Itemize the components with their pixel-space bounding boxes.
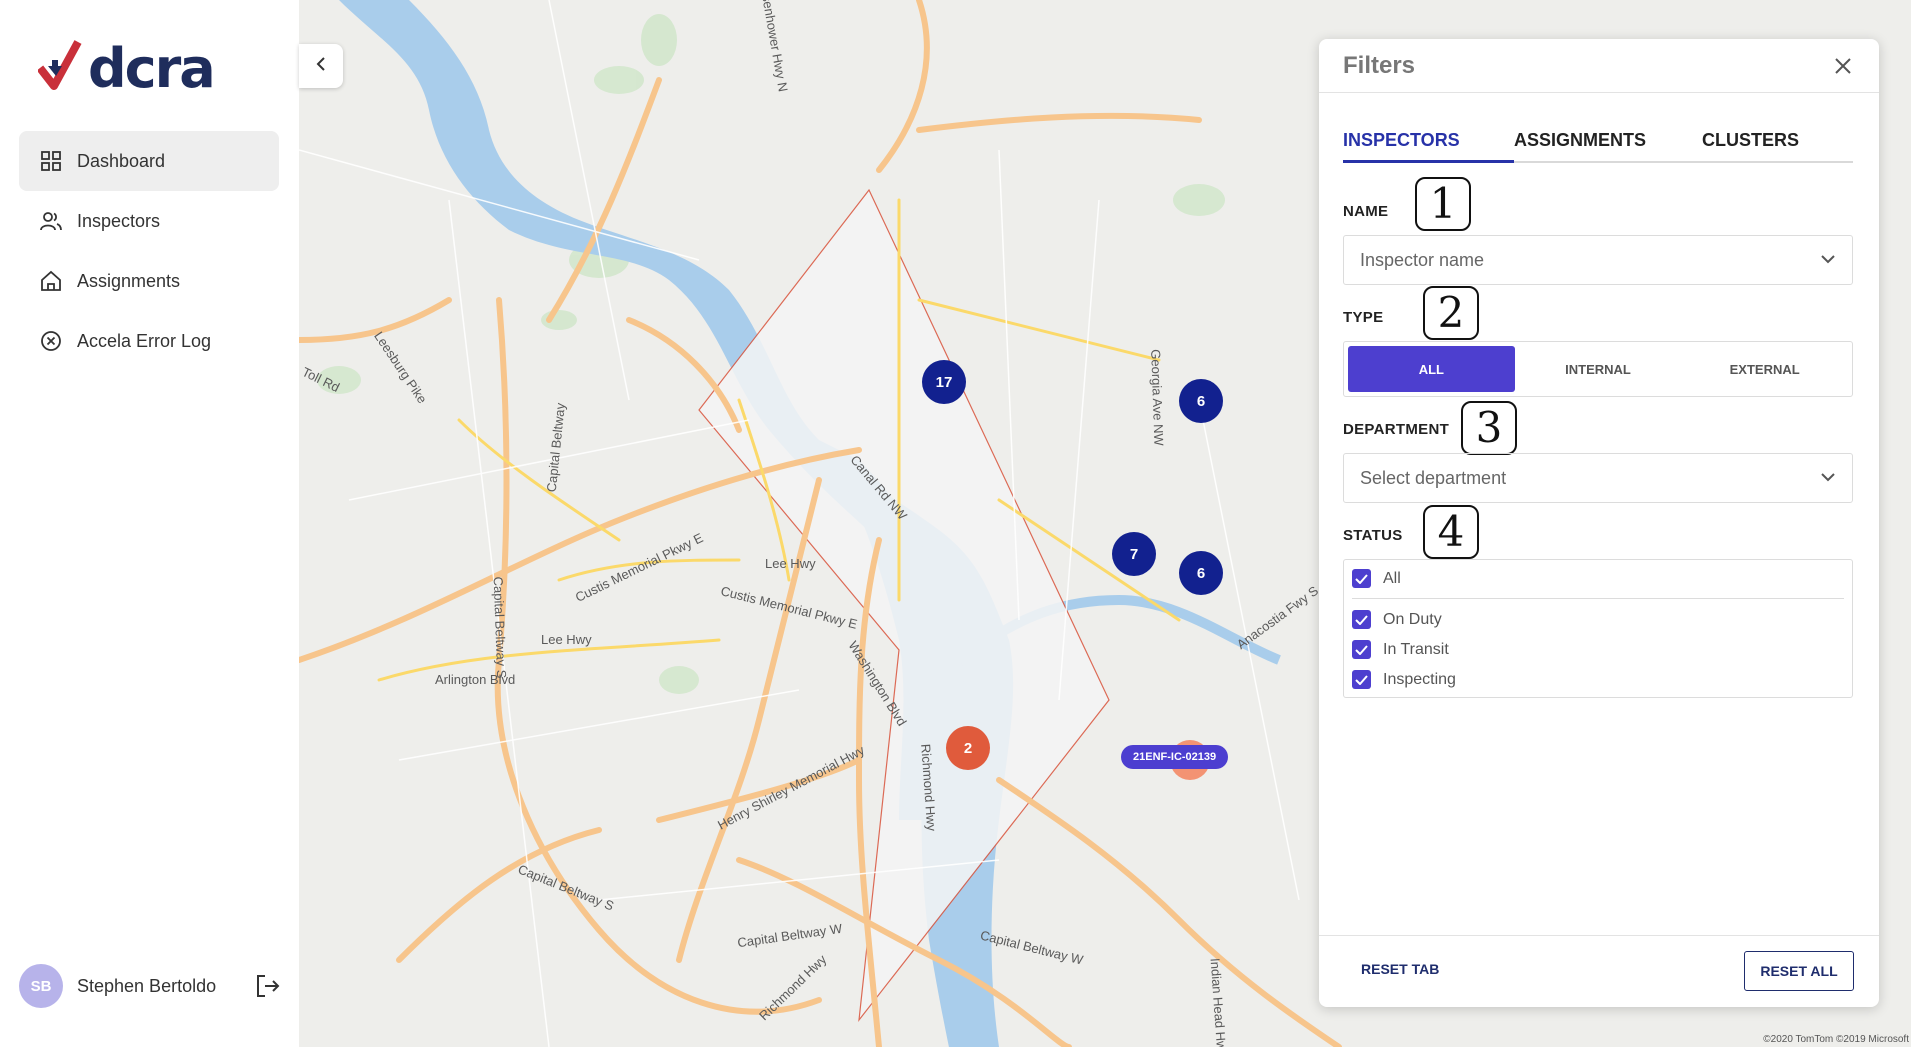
status-all-checkbox[interactable]: All	[1352, 569, 1401, 588]
step-number-badge: 4	[1423, 505, 1479, 559]
filters-title: Filters	[1343, 51, 1416, 79]
home-icon	[39, 269, 63, 293]
inspector-cluster-marker[interactable]: 17	[922, 360, 966, 404]
check-label: On Duty	[1383, 610, 1442, 628]
nav-label: Dashboard	[77, 150, 166, 171]
status-checkbox-group: All On Duty In Transit Inspecting	[1343, 559, 1853, 698]
close-icon[interactable]	[1831, 54, 1855, 78]
logo-text: dcra	[88, 37, 216, 100]
step-number-badge: 3	[1461, 401, 1517, 455]
inspector-name-select[interactable]: Inspector name	[1343, 235, 1853, 285]
divider	[1352, 598, 1844, 599]
inspector-cluster-marker[interactable]: 7	[1112, 532, 1156, 576]
department-select[interactable]: Select department	[1343, 453, 1853, 503]
nav-item-assignments[interactable]: Assignments	[19, 251, 279, 311]
status-inspecting-checkbox[interactable]: Inspecting	[1352, 670, 1456, 689]
tab-assignments[interactable]: ASSIGNMENTS	[1514, 124, 1702, 163]
step-number-badge: 2	[1423, 286, 1479, 340]
reset-tab-button[interactable]: RESET TAB	[1361, 961, 1439, 977]
check-label: In Transit	[1383, 640, 1449, 658]
tab-inspectors[interactable]: INSPECTORS	[1343, 124, 1514, 163]
logout-icon[interactable]	[255, 973, 281, 999]
nav-label: Accela Error Log	[77, 330, 212, 351]
inspector-cluster-marker[interactable]: 6	[1179, 551, 1223, 595]
user-name: Stephen Bertoldo	[77, 975, 217, 996]
tab-clusters[interactable]: CLUSTERS	[1702, 124, 1799, 163]
map-copyright: ©2020 TomTom ©2019 Microsoft	[1763, 1034, 1909, 1045]
type-external-button[interactable]: EXTERNAL	[1681, 346, 1848, 392]
filters-header: Filters	[1319, 39, 1879, 93]
checkbox-checked-icon	[1352, 670, 1371, 689]
status-label: STATUS	[1343, 527, 1403, 544]
check-label: Inspecting	[1383, 670, 1456, 688]
main-nav: Dashboard Inspectors Assignments Accela …	[19, 131, 279, 371]
filters-footer: RESET TAB RESET ALL	[1319, 935, 1879, 1007]
step-number-badge: 1	[1415, 177, 1471, 231]
nav-item-inspectors[interactable]: Inspectors	[19, 191, 279, 251]
chevron-left-icon	[315, 56, 327, 77]
avatar[interactable]: SB	[19, 964, 63, 1008]
nav-item-accela-error-log[interactable]: Accela Error Log	[19, 311, 279, 371]
inspector-cluster-marker[interactable]: 6	[1179, 379, 1223, 423]
checkbox-checked-icon	[1352, 569, 1371, 588]
collapse-sidebar-button[interactable]	[299, 44, 343, 88]
filters-panel: Filters INSPECTORS ASSIGNMENTS CLUSTERS …	[1319, 39, 1879, 1007]
x-circle-icon	[39, 329, 63, 353]
filter-tabs: INSPECTORS ASSIGNMENTS CLUSTERS	[1343, 124, 1853, 163]
nav-item-dashboard[interactable]: Dashboard	[19, 131, 279, 191]
assignment-cluster-marker[interactable]: 2	[946, 726, 990, 770]
nav-label: Inspectors	[77, 210, 161, 231]
nav-label: Assignments	[77, 270, 181, 291]
assignment-tag[interactable]: 21ENF-IC-02139	[1121, 745, 1229, 769]
chevron-down-icon	[1820, 469, 1836, 487]
grid-icon	[39, 149, 63, 173]
status-on-duty-checkbox[interactable]: On Duty	[1352, 610, 1442, 629]
checkbox-checked-icon	[1352, 640, 1371, 659]
checkbox-checked-icon	[1352, 610, 1371, 629]
department-label: DEPARTMENT	[1343, 421, 1450, 438]
checkmark-logo-icon	[36, 38, 92, 96]
type-segmented-control: ALL INTERNAL EXTERNAL	[1343, 341, 1853, 397]
type-all-button[interactable]: ALL	[1348, 346, 1515, 392]
dcra-logo[interactable]: dcra	[36, 37, 216, 100]
road-label: Lee Hwy	[765, 556, 816, 571]
user-profile: SB Stephen Bertoldo	[19, 964, 281, 1008]
reset-all-button[interactable]: RESET ALL	[1744, 951, 1854, 991]
chevron-down-icon	[1820, 251, 1836, 269]
users-icon	[39, 209, 63, 233]
status-in-transit-checkbox[interactable]: In Transit	[1352, 640, 1449, 659]
department-placeholder: Select department	[1360, 467, 1507, 488]
sidebar: dcra Dashboard Inspectors Assignments Ac…	[0, 0, 299, 1047]
road-label: Lee Hwy	[541, 632, 592, 647]
type-label: TYPE	[1343, 309, 1384, 326]
check-label: All	[1383, 569, 1401, 587]
name-label: NAME	[1343, 203, 1389, 220]
type-internal-button[interactable]: INTERNAL	[1515, 346, 1682, 392]
inspector-name-placeholder: Inspector name	[1360, 249, 1485, 270]
